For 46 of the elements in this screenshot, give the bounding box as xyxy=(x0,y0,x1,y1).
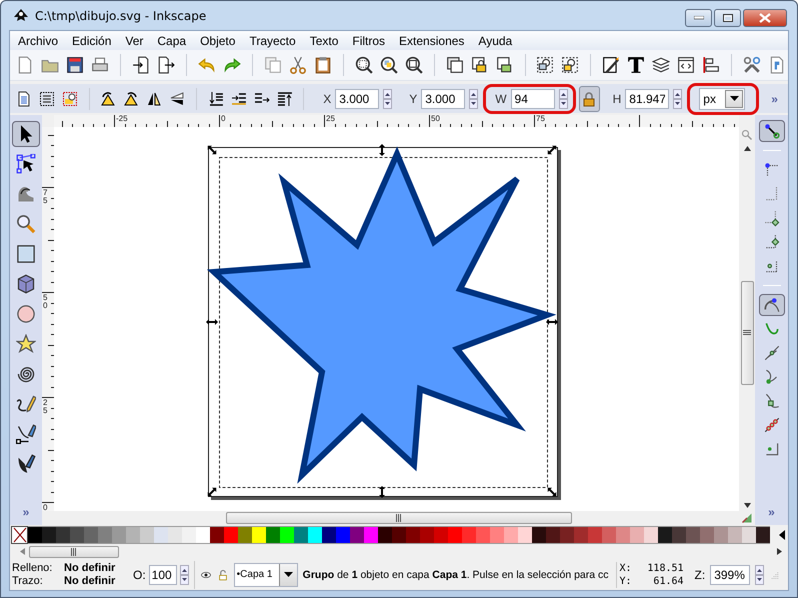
number-field[interactable]: 3.000 xyxy=(335,88,380,109)
layer-dropdown[interactable]: •Capa 1 xyxy=(234,562,298,586)
menu-item[interactable]: Ayuda xyxy=(472,32,518,49)
menu-item[interactable]: Trayecto xyxy=(243,32,302,49)
stroke-label: Trazo: xyxy=(12,575,44,587)
ruler-label: 0 xyxy=(221,115,226,124)
stroke-value: No definir xyxy=(64,575,116,587)
overflow-button[interactable]: » xyxy=(768,505,775,526)
menu-item[interactable]: Capa xyxy=(151,32,192,49)
ruler-label: -25 xyxy=(116,115,128,124)
zoom-field[interactable]: 399% xyxy=(710,564,750,584)
ruler-label: 75 xyxy=(536,115,545,124)
window-title: C:\tmp\dibujo.svg - Inkscape xyxy=(35,8,206,22)
number-field[interactable]: 81.947 xyxy=(625,88,670,109)
menu-item[interactable]: Edición xyxy=(66,32,118,49)
field-label: H xyxy=(612,92,622,106)
ruler-label: 25 xyxy=(326,115,335,124)
field-label: W xyxy=(495,92,507,106)
opacity-label: O: xyxy=(133,568,146,582)
coordinate-label: X: xyxy=(620,562,632,574)
status-message: Grupo de 1 objeto en capa Capa 1. Pulse en la selección para cc xyxy=(302,568,609,580)
number-field[interactable]: 3.000 xyxy=(421,88,466,109)
coordinate-value: 118.51 xyxy=(646,562,684,574)
unit-dropdown[interactable]: px xyxy=(699,88,746,110)
field-label: Y xyxy=(409,92,418,106)
fill-value: No definir xyxy=(64,562,116,574)
ruler-label: 50 xyxy=(431,115,440,124)
ruler-label: 50 xyxy=(43,294,48,310)
field-label: X xyxy=(323,92,332,106)
menu-item[interactable]: Texto xyxy=(304,32,344,49)
zoom-label: Z: xyxy=(694,568,706,582)
menu-item[interactable]: Objeto xyxy=(194,32,242,49)
overflow-button[interactable]: » xyxy=(761,92,788,106)
opacity-field[interactable]: 100 xyxy=(148,564,177,584)
menu-item[interactable]: Ver xyxy=(119,32,150,49)
menu-item[interactable]: Archivo xyxy=(12,32,64,49)
ruler-label: 25 xyxy=(43,399,48,416)
menu-item[interactable]: Extensiones xyxy=(393,32,470,49)
coordinate-label: Y: xyxy=(620,574,632,588)
ruler-label: 75 xyxy=(43,189,48,206)
number-field[interactable]: 94 xyxy=(510,88,555,109)
menu-item[interactable]: Filtros xyxy=(346,32,392,49)
coordinate-value: 61.64 xyxy=(652,574,684,588)
ruler-label: 0 xyxy=(43,504,48,512)
fill-label: Relleno: xyxy=(12,562,54,574)
overflow-button[interactable]: » xyxy=(22,505,30,526)
